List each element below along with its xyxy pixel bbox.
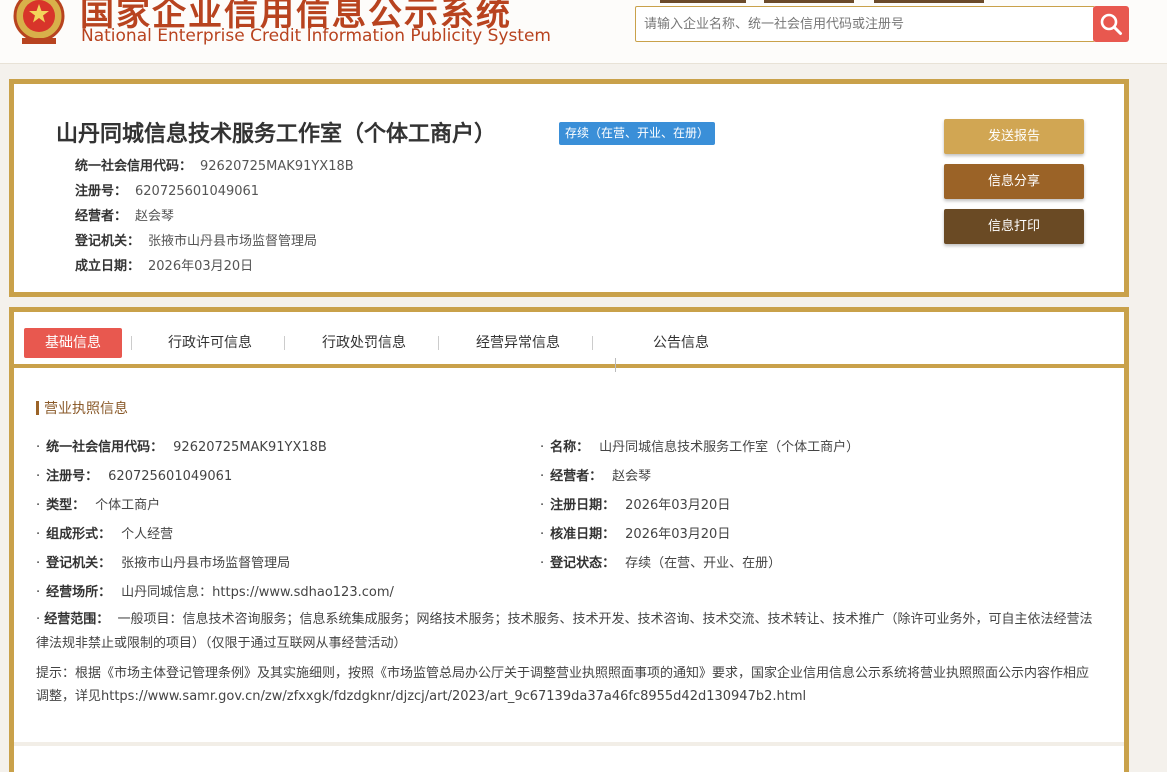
field-credit-code: · 统一社会信用代码： 92620725MAK91YX18B — [36, 440, 327, 455]
section-divider — [14, 742, 1124, 746]
field-authority: · 登记机关： 张掖市山丹县市场监督管理局 — [36, 556, 291, 571]
site-title-en: National Enterprise Credit Information P… — [81, 26, 551, 46]
tab-separator — [438, 336, 439, 350]
tab-announcements[interactable]: 公告信息 — [626, 328, 736, 358]
summary-reg-number: 注册号： 620725601049061 — [75, 184, 260, 199]
tab-indicator — [615, 358, 616, 372]
print-info-button[interactable]: 信息打印 — [944, 209, 1084, 244]
search-box — [635, 6, 1095, 42]
field-approval-date: · 核准日期： 2026年03月20日 — [540, 527, 731, 542]
field-composition: · 组成形式： 个人经营 — [36, 527, 174, 542]
search-icon — [1100, 13, 1122, 35]
tab-separator — [284, 336, 285, 350]
summary-authority: 登记机关： 张掖市山丹县市场监督管理局 — [75, 234, 318, 249]
search-input[interactable] — [636, 7, 1094, 41]
top-nav-strip — [660, 0, 1020, 4]
company-summary-card: 山丹同城信息技术服务工作室（个体工商户） 存续（在营、开业、在册） 统一社会信用… — [9, 79, 1129, 297]
tab-separator — [131, 336, 132, 350]
field-reg-number: · 注册号： 620725601049061 — [36, 469, 233, 484]
field-reg-date: · 注册日期： 2026年03月20日 — [540, 498, 731, 513]
field-name: · 名称： 山丹同城信息技术服务工作室（个体工商户） — [540, 440, 860, 455]
field-reg-status: · 登记状态： 存续（在营、开业、在册） — [540, 556, 782, 571]
field-business-scope: · 经营范围： 一般项目：信息技术咨询服务；信息系统集成服务；网络技术服务；技术… — [36, 612, 1093, 651]
summary-credit-code: 统一社会信用代码： 92620725MAK91YX18B — [75, 159, 354, 174]
summary-operator: 经营者： 赵会琴 — [75, 209, 175, 224]
status-badge: 存续（在营、开业、在册） — [559, 122, 716, 145]
field-premises: · 经营场所： 山丹同城信息：https://www.sdhao123.com/ — [36, 585, 394, 600]
summary-established-date: 成立日期： 2026年03月20日 — [75, 259, 254, 274]
detail-panel: 基础信息 行政许可信息 行政处罚信息 经营异常信息 公告信息 营业执照信息 · 统… — [9, 307, 1129, 772]
tab-bar: 基础信息 行政许可信息 行政处罚信息 经营异常信息 公告信息 — [14, 312, 1124, 368]
field-type: · 类型： 个体工商户 — [36, 498, 161, 513]
tab-admin-penalty[interactable]: 行政处罚信息 — [304, 328, 424, 358]
tab-abnormal-operation[interactable]: 经营异常信息 — [458, 328, 578, 358]
search-button[interactable] — [1093, 6, 1129, 42]
section-title-business-license: 营业执照信息 — [36, 398, 128, 418]
tab-separator — [592, 336, 593, 350]
send-report-button[interactable]: 发送报告 — [944, 119, 1084, 154]
national-emblem-icon — [13, 0, 65, 44]
notice-text: 提示：根据《市场主体登记管理条例》及其实施细则，按照《市场监管总局办公厅关于调整… — [36, 666, 1090, 704]
tab-basic-info[interactable]: 基础信息 — [24, 328, 122, 358]
field-operator: · 经营者： 赵会琴 — [540, 469, 652, 484]
tab-admin-license[interactable]: 行政许可信息 — [150, 328, 270, 358]
share-info-button[interactable]: 信息分享 — [944, 164, 1084, 199]
company-name: 山丹同城信息技术服务工作室（个体工商户） — [56, 122, 497, 147]
